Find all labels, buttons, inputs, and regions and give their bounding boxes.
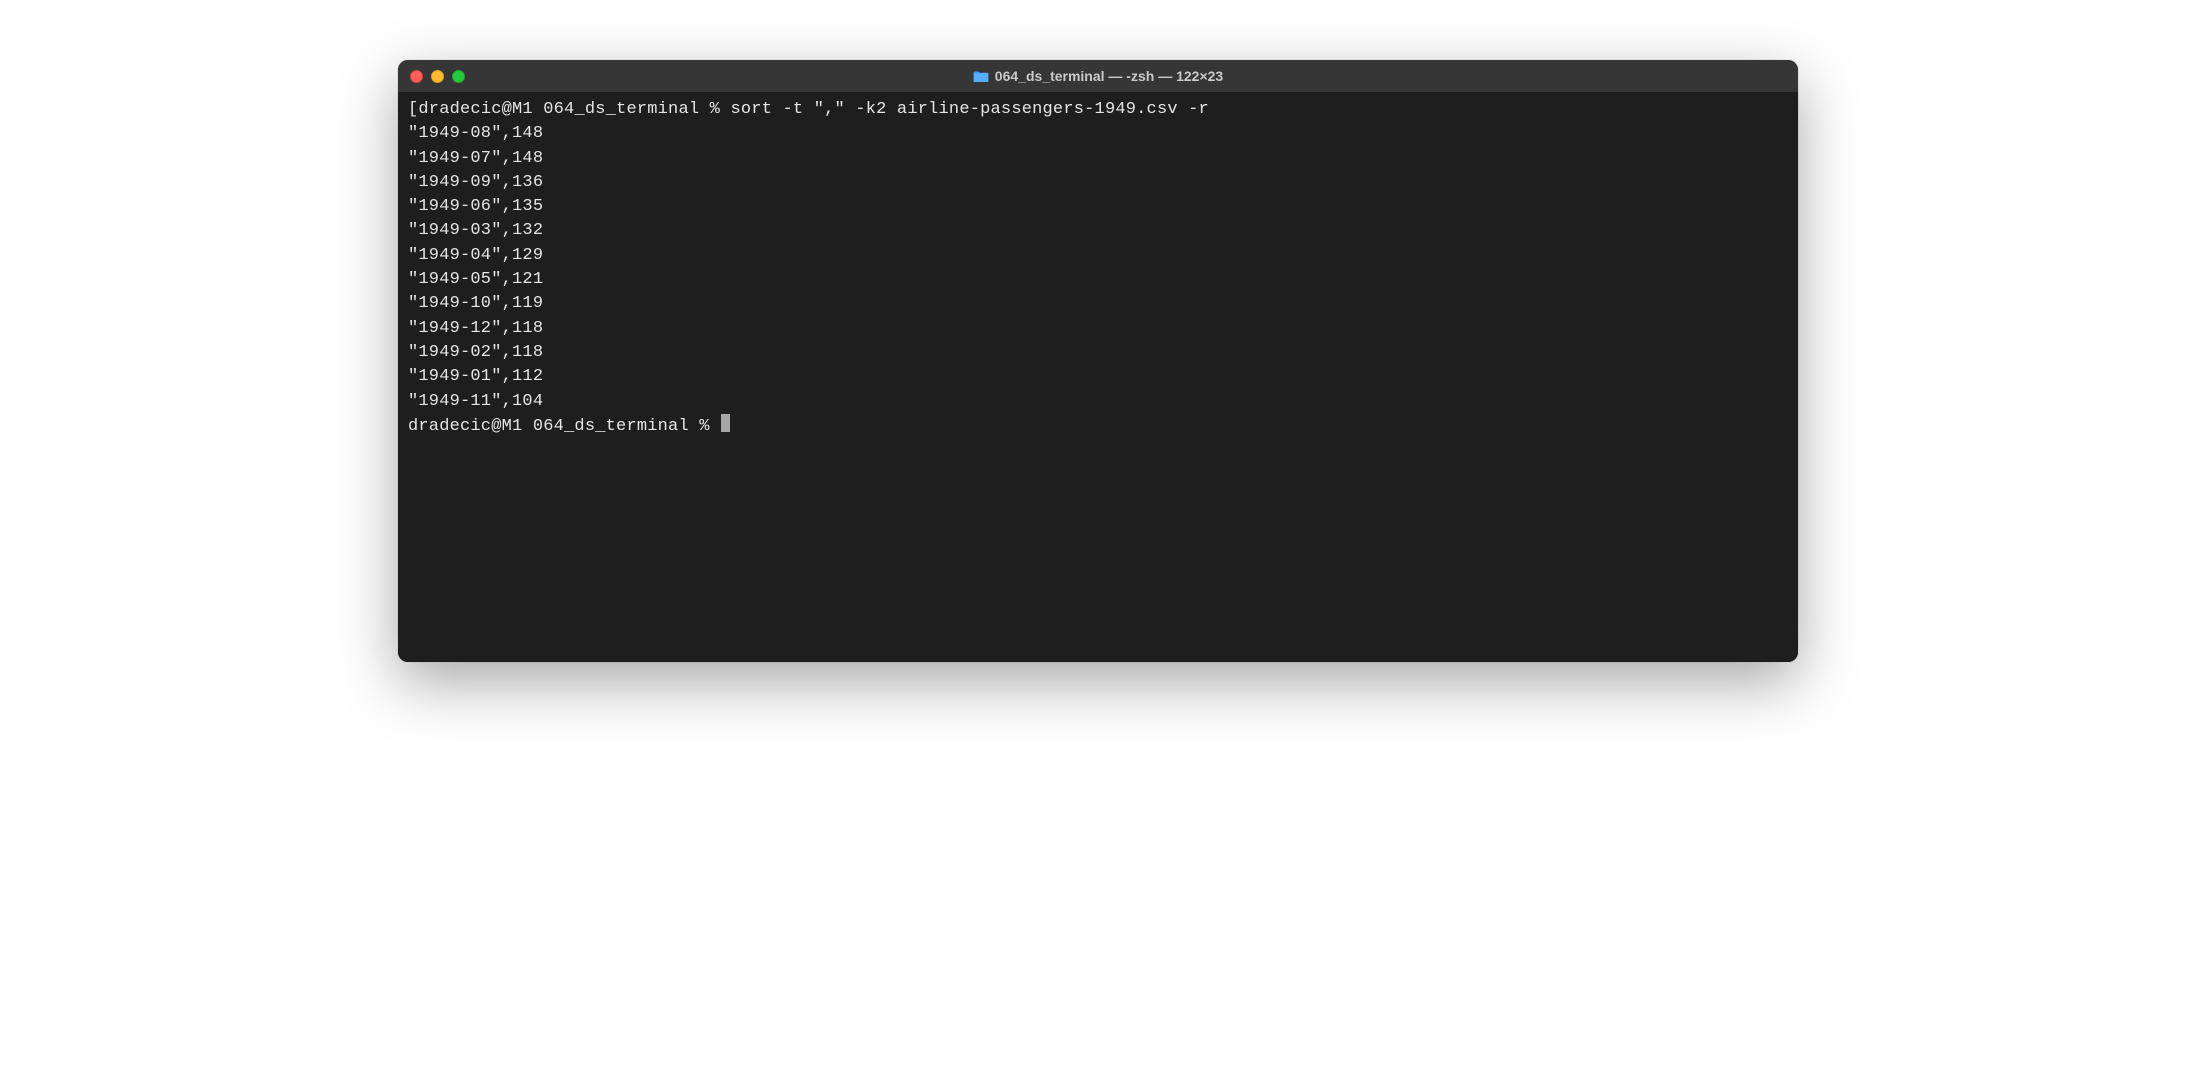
prompt-dir: 064_ds_terminal — [533, 417, 689, 436]
output-line: "1949-04",129 — [408, 244, 1788, 268]
command-text: sort -t "," -k2 airline-passengers-1949.… — [730, 100, 1208, 119]
prompt-line-2: dradecic@M1 064_ds_terminal % — [408, 414, 1788, 439]
bracket-left: [ — [408, 100, 418, 119]
output-line: "1949-02",118 — [408, 341, 1788, 365]
window-title-text: 064_ds_terminal — -zsh — 122×23 — [995, 68, 1223, 84]
output-line: "1949-03",132 — [408, 219, 1788, 243]
output-line: "1949-10",119 — [408, 292, 1788, 316]
output-line: "1949-11",104 — [408, 390, 1788, 414]
prompt-user-host: dradecic@M1 — [418, 100, 532, 119]
prompt-sep: % — [699, 417, 709, 436]
cursor — [721, 414, 730, 432]
maximize-button[interactable] — [452, 70, 465, 83]
traffic-lights — [410, 70, 465, 83]
prompt-sep: % — [710, 100, 720, 119]
window-title: 064_ds_terminal — -zsh — 122×23 — [973, 68, 1223, 84]
prompt-user-host: dradecic@M1 — [408, 417, 522, 436]
minimize-button[interactable] — [431, 70, 444, 83]
terminal-body[interactable]: [dradecic@M1 064_ds_terminal % sort -t "… — [398, 92, 1798, 662]
output-line: "1949-08",148 — [408, 122, 1788, 146]
prompt-line-1: [dradecic@M1 064_ds_terminal % sort -t "… — [408, 98, 1788, 122]
output-line: "1949-07",148 — [408, 147, 1788, 171]
close-button[interactable] — [410, 70, 423, 83]
output-line: "1949-05",121 — [408, 268, 1788, 292]
prompt-dir: 064_ds_terminal — [543, 100, 699, 119]
output-line: "1949-06",135 — [408, 195, 1788, 219]
command-output: "1949-08",148"1949-07",148"1949-09",136"… — [408, 122, 1788, 414]
output-line: "1949-12",118 — [408, 317, 1788, 341]
terminal-window: 064_ds_terminal — -zsh — 122×23 [dradeci… — [398, 60, 1798, 662]
folder-icon — [973, 70, 989, 83]
output-line: "1949-01",112 — [408, 365, 1788, 389]
output-line: "1949-09",136 — [408, 171, 1788, 195]
title-bar: 064_ds_terminal — -zsh — 122×23 — [398, 60, 1798, 92]
